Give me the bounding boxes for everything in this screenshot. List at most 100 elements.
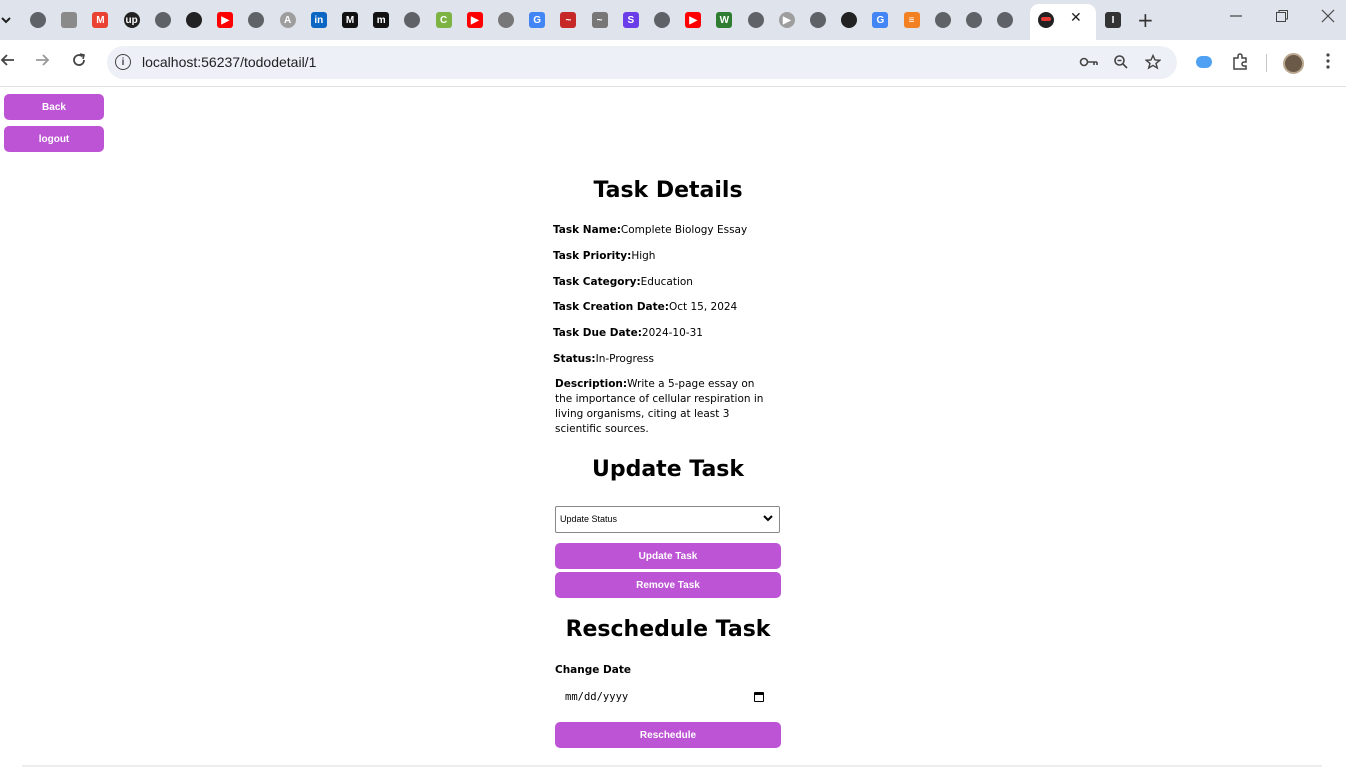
globe-favicon-icon[interactable] xyxy=(807,9,829,31)
calendar-icon[interactable] xyxy=(754,692,764,702)
globe-favicon-icon[interactable] xyxy=(963,9,985,31)
field-label: Task Category: xyxy=(553,276,641,288)
forward-arrow-icon[interactable] xyxy=(34,52,50,73)
globe-icon xyxy=(934,12,951,28)
medium-favicon-icon[interactable]: M xyxy=(339,9,361,31)
field-task-creation-date: Task Creation Date:Oct 15, 2024 xyxy=(553,301,783,313)
globe-favicon-icon[interactable] xyxy=(994,9,1016,31)
drop-icon xyxy=(498,12,514,28)
address-bar[interactable]: i localhost:56237/tododetail/1 xyxy=(107,46,1177,79)
drop-favicon-icon[interactable] xyxy=(495,9,517,31)
w-green-favicon-icon[interactable]: W xyxy=(713,9,735,31)
youtube-favicon-icon[interactable]: ▶ xyxy=(214,9,236,31)
red-swoosh-favicon-icon[interactable]: ~ xyxy=(557,9,579,31)
stackoverflow-favicon-icon[interactable]: ≡ xyxy=(901,9,923,31)
new-tab-icon[interactable]: + xyxy=(1137,8,1154,32)
zoom-icon[interactable] xyxy=(1113,54,1129,74)
upwork-favicon-icon[interactable]: up xyxy=(121,9,143,31)
field-description: Description:Write a 5-page essay on the … xyxy=(555,377,770,437)
youtube-favicon-icon[interactable]: ▶ xyxy=(464,9,486,31)
field-task-name: Task Name:Complete Biology Essay xyxy=(553,224,783,236)
chevron-down-icon[interactable] xyxy=(0,10,14,30)
tab-favicon-icon[interactable]: I xyxy=(1102,9,1124,31)
c-green-icon: C xyxy=(435,12,452,28)
globe-favicon-icon[interactable] xyxy=(401,9,423,31)
back-button[interactable]: Back xyxy=(4,94,104,120)
back-arrow-icon[interactable] xyxy=(0,52,16,73)
field-value: Oct 15, 2024 xyxy=(668,301,738,313)
reschedule-task-heading: Reschedule Task xyxy=(565,617,771,642)
field-value: 2024-10-31 xyxy=(641,327,703,339)
status-select-value: Update Status xyxy=(560,514,618,524)
minimize-icon[interactable] xyxy=(1229,9,1243,27)
globe-icon xyxy=(810,12,826,28)
profile-avatar[interactable] xyxy=(1283,53,1304,74)
github-favicon-icon[interactable] xyxy=(838,9,860,31)
github-icon xyxy=(186,12,202,28)
c-green-favicon-icon[interactable]: C xyxy=(433,9,455,31)
site-info-icon[interactable]: i xyxy=(115,54,131,70)
globe-favicon-icon[interactable] xyxy=(27,9,49,31)
globe-favicon-icon[interactable] xyxy=(152,9,174,31)
cloud-extension-icon[interactable] xyxy=(1196,56,1212,68)
google-icon: G xyxy=(529,12,546,28)
field-value: Complete Biology Essay xyxy=(620,224,748,236)
globe-favicon-icon[interactable] xyxy=(745,9,767,31)
globe-favicon-icon[interactable] xyxy=(651,9,673,31)
task-details-heading: Task Details xyxy=(593,178,743,203)
restore-icon[interactable] xyxy=(1275,9,1289,27)
github-favicon-icon[interactable] xyxy=(183,9,205,31)
globe-icon xyxy=(404,12,421,28)
field-status: Status:In-Progress xyxy=(553,353,783,365)
field-task-category: Task Category:Education xyxy=(553,276,783,288)
field-task-priority: Task Priority:High xyxy=(553,250,783,262)
linkedin-favicon-icon[interactable]: in xyxy=(308,9,330,31)
status-select[interactable]: Update Status xyxy=(555,506,780,533)
change-date-label: Change Date xyxy=(555,664,631,676)
gmail-favicon-icon[interactable]: M xyxy=(89,9,111,31)
red-swoosh-icon: ~ xyxy=(560,12,577,28)
youtube-favicon-icon[interactable]: ▶ xyxy=(682,9,704,31)
close-window-icon[interactable] xyxy=(1321,9,1335,27)
google-favicon-icon[interactable]: G xyxy=(869,9,891,31)
bookmark-star-icon[interactable] xyxy=(1144,53,1162,74)
chevron-down-icon xyxy=(762,512,774,527)
logout-button[interactable]: logout xyxy=(4,126,104,152)
active-tab[interactable]: ✕ xyxy=(1030,4,1096,40)
reschedule-button[interactable]: Reschedule xyxy=(555,722,781,748)
address-url[interactable]: localhost:56237/tododetail/1 xyxy=(142,54,316,70)
close-tab-icon[interactable]: ✕ xyxy=(1070,10,1082,26)
tab-favicon-icon xyxy=(1038,12,1054,28)
menu-kebab-icon[interactable] xyxy=(1326,53,1330,73)
globe-icon xyxy=(997,12,1014,28)
date-input[interactable]: mm/dd/yyyy xyxy=(555,687,780,709)
google-favicon-icon[interactable]: G xyxy=(526,9,548,31)
extensions-puzzle-icon[interactable] xyxy=(1231,53,1249,75)
s-purple-favicon-icon[interactable]: S xyxy=(620,9,642,31)
globe-icon xyxy=(966,12,982,28)
globe-favicon-icon[interactable] xyxy=(932,9,954,31)
key-icon[interactable] xyxy=(1079,54,1099,74)
gmail-icon: M xyxy=(92,12,109,28)
stackoverflow-icon: ≡ xyxy=(903,12,920,28)
update-task-heading: Update Task xyxy=(591,457,745,482)
field-label: Task Creation Date: xyxy=(553,301,669,313)
reload-icon[interactable] xyxy=(71,52,87,73)
remove-task-button[interactable]: Remove Task xyxy=(555,572,781,598)
field-label: Task Priority: xyxy=(553,250,632,262)
swoosh-favicon-icon[interactable]: ~ xyxy=(589,9,611,31)
angular-favicon-icon[interactable]: A xyxy=(277,9,299,31)
image-favicon-icon[interactable] xyxy=(58,9,80,31)
image-icon xyxy=(61,12,78,28)
update-task-button[interactable]: Update Task xyxy=(555,543,781,569)
globe-favicon-icon[interactable] xyxy=(245,9,267,31)
page-divider xyxy=(22,765,1322,767)
m-square-icon: m xyxy=(373,12,390,28)
m-square-favicon-icon[interactable]: m xyxy=(370,9,392,31)
field-label: Status: xyxy=(553,353,596,365)
page: Back logout Task Details Task Name:Compl… xyxy=(0,87,1346,768)
field-label: Task Name: xyxy=(553,224,621,236)
field-value: In-Progress xyxy=(595,353,654,365)
field-task-due-date: Task Due Date:2024-10-31 xyxy=(553,327,783,339)
play-favicon-icon[interactable]: ▶ xyxy=(776,9,798,31)
